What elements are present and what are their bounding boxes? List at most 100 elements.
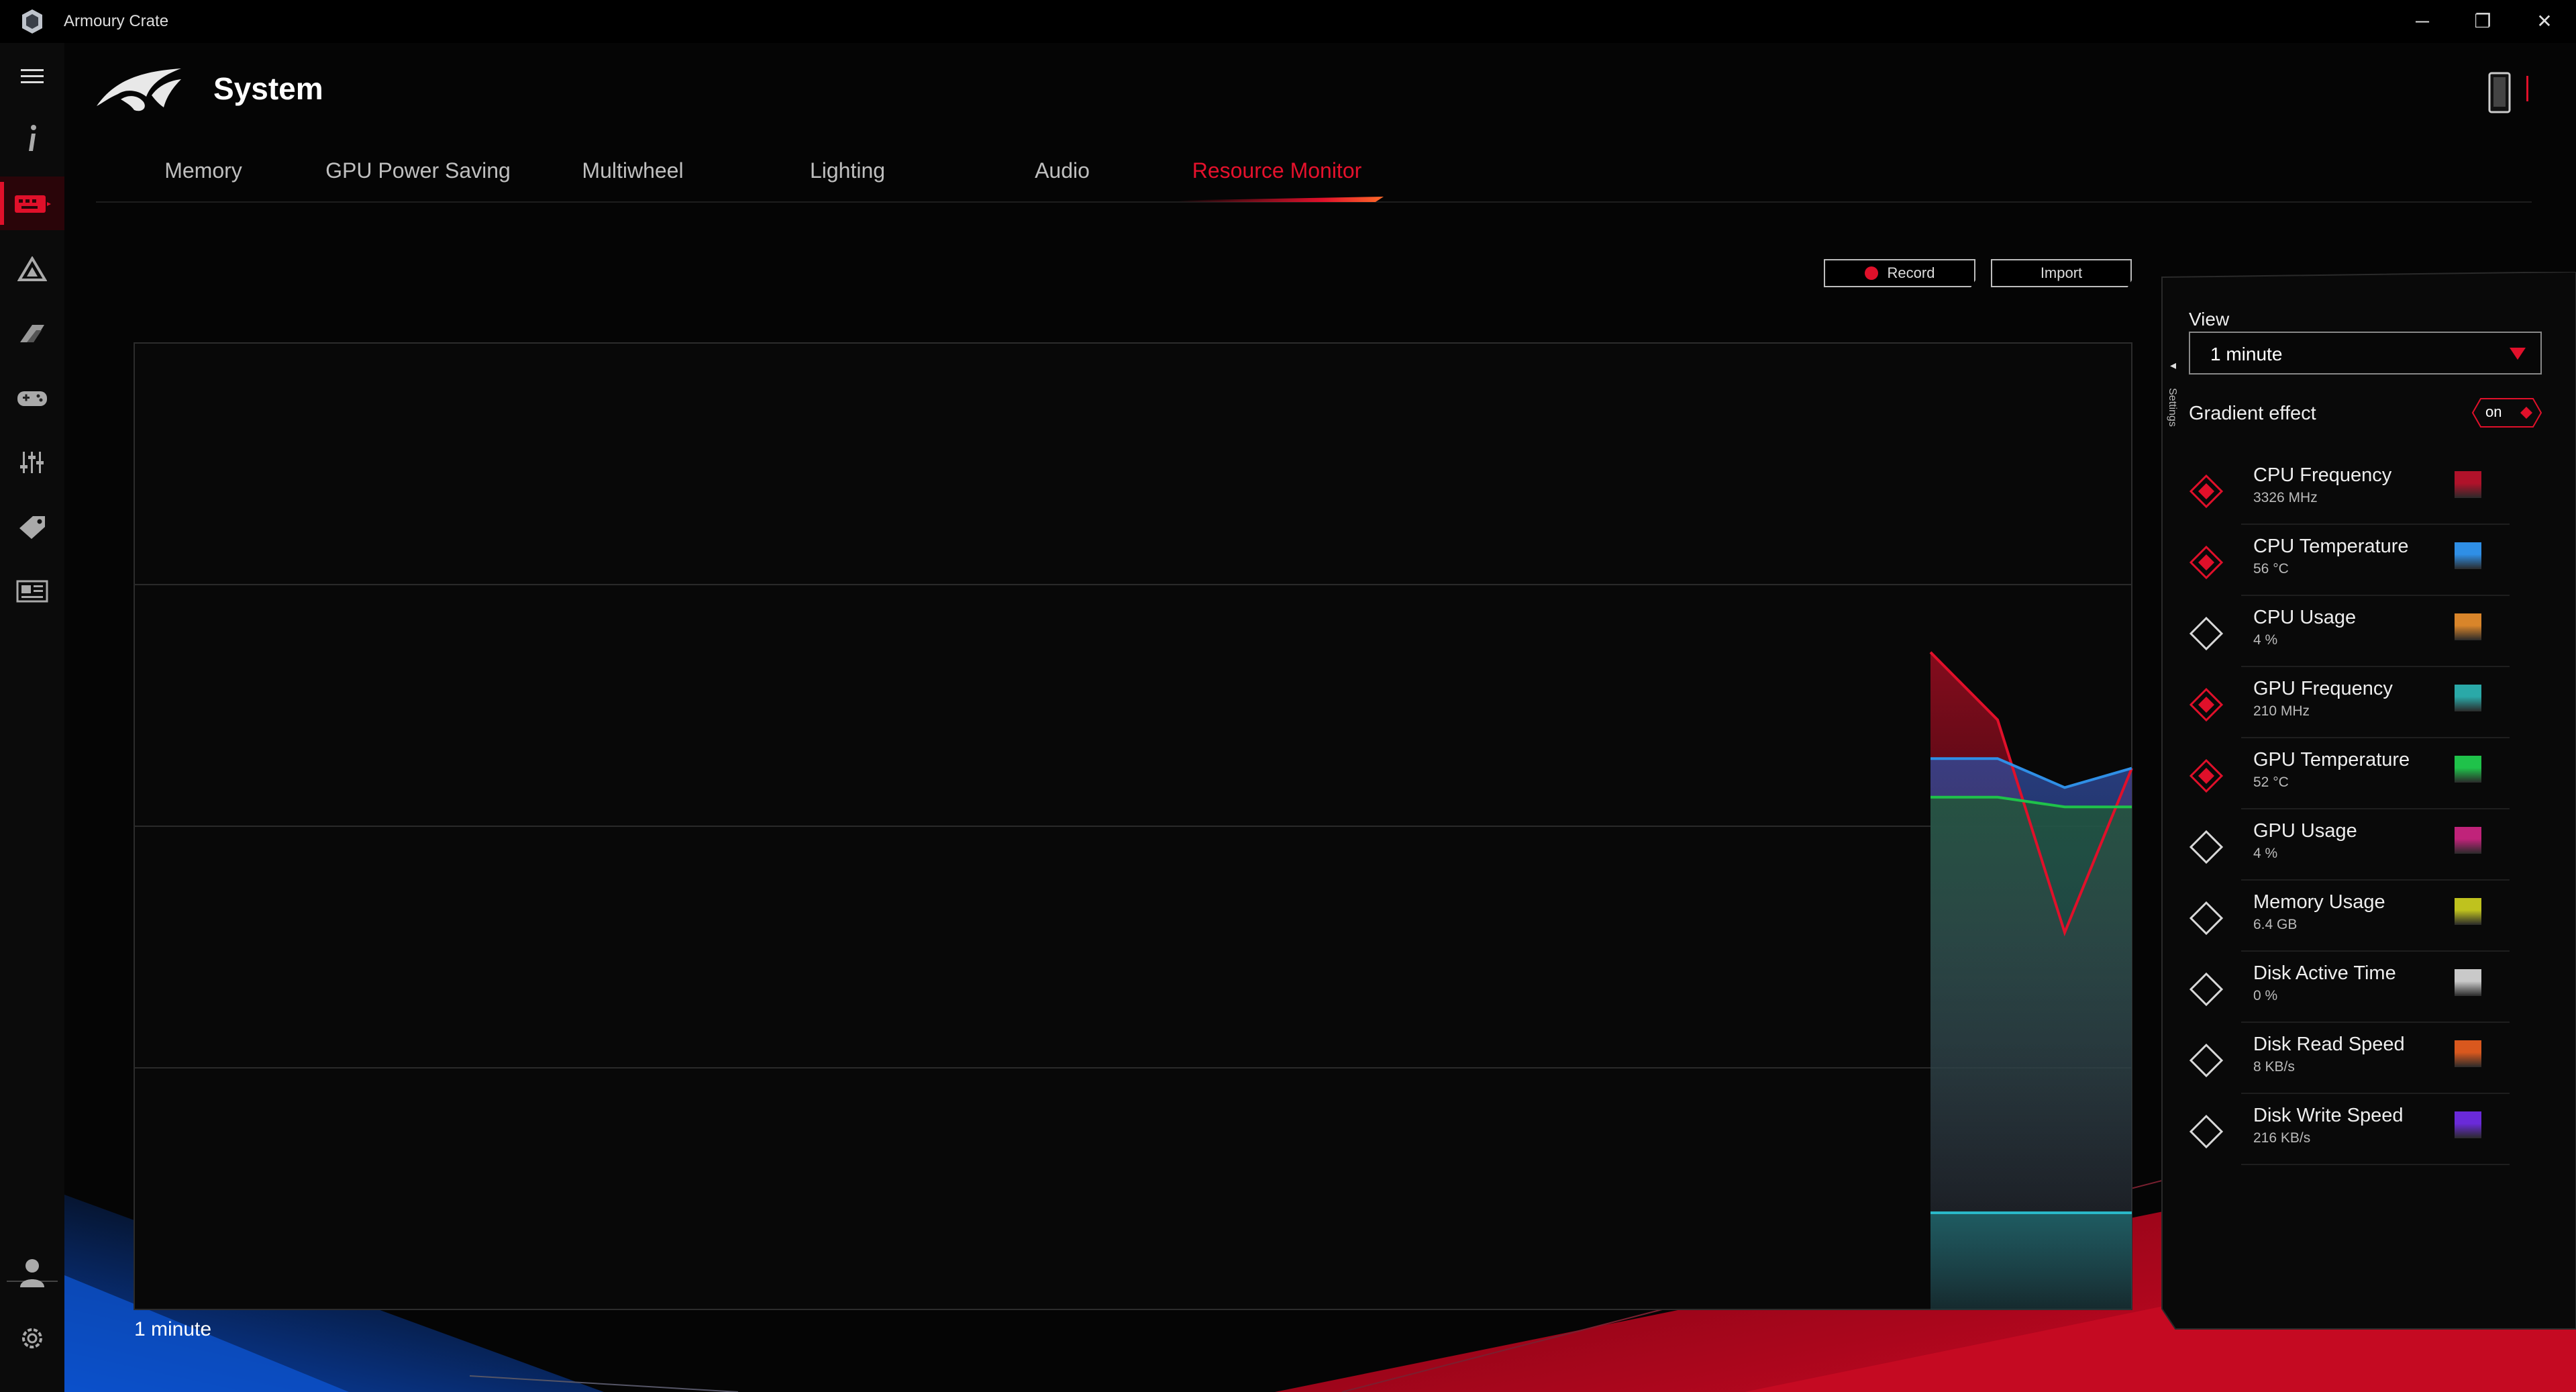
sidebar-item-aura[interactable] <box>0 242 64 296</box>
page-title: System <box>213 71 323 106</box>
metric-divider <box>2241 666 2510 667</box>
phone-device-icon[interactable] <box>2488 72 2511 113</box>
sidebar-item-device[interactable] <box>0 177 64 230</box>
settings-side-tab[interactable]: Settings <box>2161 356 2181 456</box>
metric-color-swatch[interactable] <box>2455 756 2481 783</box>
metric-divider <box>2241 808 2510 809</box>
metric-color-swatch[interactable] <box>2455 1111 2481 1138</box>
metric-row[interactable]: GPU Temperature 52 °C <box>2189 749 2508 820</box>
metric-row[interactable]: CPU Temperature 56 °C <box>2189 536 2508 607</box>
metric-row[interactable]: Disk Write Speed 216 KB/s <box>2189 1105 2508 1176</box>
gradient-effect-state: on <box>2485 403 2502 420</box>
sidebar-item-deals[interactable] <box>0 500 64 554</box>
metric-checkbox-icon[interactable] <box>2189 474 2224 509</box>
metric-row[interactable]: GPU Frequency 210 MHz <box>2189 678 2508 749</box>
metric-name: Disk Active Time <box>2253 962 2396 984</box>
metric-value: 4 % <box>2253 846 2278 861</box>
metric-checkbox-icon[interactable] <box>2189 972 2224 1007</box>
metric-checkbox-icon[interactable] <box>2189 1043 2224 1078</box>
metric-row[interactable]: GPU Usage 4 % <box>2189 820 2508 891</box>
metric-value: 3326 MHz <box>2253 490 2318 505</box>
chart-plot <box>134 342 2133 1310</box>
metric-checkbox-icon[interactable] <box>2189 545 2224 580</box>
view-select-value: 1 minute <box>2210 344 2283 364</box>
metric-name: GPU Frequency <box>2253 678 2393 699</box>
tab-memory[interactable]: Memory <box>103 158 304 183</box>
window-title: Armoury Crate <box>64 12 169 30</box>
metric-row[interactable]: CPU Frequency 3326 MHz <box>2189 464 2508 536</box>
sidebar-item-news[interactable] <box>0 564 64 618</box>
tab-multiwheel[interactable]: Multiwheel <box>532 158 733 183</box>
info-icon <box>29 125 36 151</box>
time-range-label: 1 minute <box>134 1318 212 1340</box>
metric-value: 8 KB/s <box>2253 1059 2295 1075</box>
metric-checkbox-icon[interactable] <box>2189 616 2224 651</box>
metric-checkbox-icon[interactable] <box>2189 758 2224 793</box>
chevron-down-icon <box>2510 348 2526 360</box>
metric-color-swatch[interactable] <box>2455 969 2481 996</box>
metric-value: 0 % <box>2253 988 2278 1003</box>
hamburger-icon <box>21 69 44 83</box>
metric-color-swatch[interactable] <box>2455 685 2481 711</box>
metric-color-swatch[interactable] <box>2455 542 2481 569</box>
metric-value: 6.4 GB <box>2253 917 2298 932</box>
metric-divider <box>2241 1093 2510 1094</box>
metric-color-swatch[interactable] <box>2455 1040 2481 1067</box>
sidebar-item-settings[interactable] <box>0 1311 64 1365</box>
close-button[interactable]: ✕ <box>2524 7 2565 36</box>
record-button[interactable]: Record <box>1824 259 1975 287</box>
import-button[interactable]: Import <box>1991 259 2132 287</box>
title-bar: Armoury Crate ─ ❐ ✕ <box>0 0 2576 43</box>
metric-checkbox-icon[interactable] <box>2189 830 2224 864</box>
tab-audio[interactable]: Audio <box>962 158 1163 183</box>
metric-divider <box>2241 950 2510 952</box>
metric-value: 56 °C <box>2253 561 2289 577</box>
keyboard-icon <box>15 195 51 213</box>
gear-icon <box>22 1328 42 1348</box>
metric-row[interactable]: Memory Usage 6.4 GB <box>2189 891 2508 962</box>
metric-divider <box>2241 737 2510 738</box>
tab-gpu-power-saving[interactable]: GPU Power Saving <box>317 158 519 183</box>
series-area <box>1930 1213 2132 1309</box>
metric-value: 4 % <box>2253 632 2278 648</box>
view-select[interactable]: 1 minute <box>2189 332 2542 375</box>
metric-value: 216 KB/s <box>2253 1130 2311 1146</box>
metric-name: CPU Usage <box>2253 607 2357 628</box>
news-icon <box>16 580 48 603</box>
metric-checkbox-icon[interactable] <box>2189 901 2224 936</box>
metric-name: CPU Temperature <box>2253 536 2409 557</box>
maximize-button[interactable]: ❐ <box>2463 7 2503 36</box>
metric-divider <box>2241 1022 2510 1023</box>
metric-name: Memory Usage <box>2253 891 2385 913</box>
user-icon <box>20 1259 44 1287</box>
sidebar-item-gamelibrary[interactable] <box>0 371 64 425</box>
sidebar-item-scenario[interactable] <box>0 436 64 489</box>
armoury-crate-logo-icon <box>22 9 42 34</box>
metric-divider <box>2241 524 2510 525</box>
metric-row[interactable]: Disk Active Time 0 % <box>2189 962 2508 1034</box>
metric-color-swatch[interactable] <box>2455 471 2481 498</box>
metric-color-swatch[interactable] <box>2455 613 2481 640</box>
tab-resource-monitor[interactable]: Resource Monitor <box>1176 158 1378 183</box>
hamburger-menu-button[interactable] <box>0 50 64 103</box>
metric-color-swatch[interactable] <box>2455 827 2481 854</box>
minimize-button[interactable]: ─ <box>2402 7 2442 36</box>
metric-row[interactable]: CPU Usage 4 % <box>2189 607 2508 678</box>
sidebar-item-gamevisual[interactable] <box>0 307 64 360</box>
metric-value: 52 °C <box>2253 775 2289 790</box>
sidebar <box>0 43 64 1392</box>
gradient-effect-toggle[interactable] <box>2471 397 2542 428</box>
metric-divider <box>2241 1164 2510 1165</box>
metric-checkbox-icon[interactable] <box>2189 687 2224 722</box>
sidebar-item-account[interactable] <box>0 1246 64 1299</box>
settings-tab-label: Settings <box>2167 388 2178 427</box>
metric-name: GPU Usage <box>2253 820 2357 842</box>
metric-name: CPU Frequency <box>2253 464 2392 486</box>
sidebar-item-info[interactable] <box>0 112 64 166</box>
metric-name: GPU Temperature <box>2253 749 2410 770</box>
metric-color-swatch[interactable] <box>2455 898 2481 925</box>
metric-checkbox-icon[interactable] <box>2189 1114 2224 1149</box>
metric-row[interactable]: Disk Read Speed 8 KB/s <box>2189 1034 2508 1105</box>
gamevisual-icon <box>20 325 44 342</box>
tab-lighting[interactable]: Lighting <box>747 158 948 183</box>
